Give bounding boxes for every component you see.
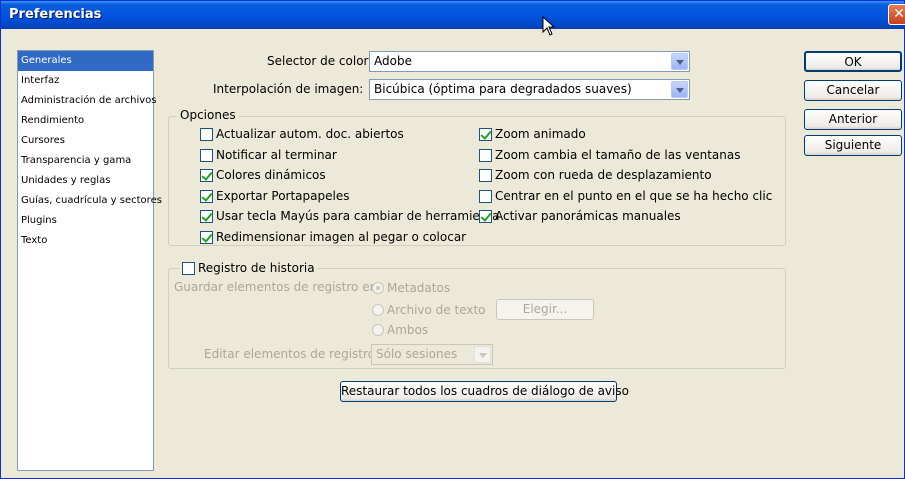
checkbox-box[interactable] (200, 189, 213, 203)
checkbox-box[interactable] (200, 230, 213, 244)
checkbox-label: Colores dinámicos (216, 168, 326, 182)
previous-button[interactable]: Anterior (804, 109, 902, 130)
checkbox-box[interactable] (182, 261, 195, 275)
radio-archivo-texto[interactable]: Archivo de texto (372, 302, 486, 318)
sidebar-item-interfaz[interactable]: Interfaz (18, 71, 153, 91)
preferences-dialog: Preferencias ✕ Generales Interfaz Admini… (0, 0, 905, 479)
edit-history-value: Sólo sesiones (376, 347, 458, 361)
radio-ambos[interactable]: Ambos (372, 322, 428, 338)
checkbox-registro-historia[interactable]: Registro de historia (179, 260, 318, 276)
cancel-button[interactable]: Cancelar (804, 80, 902, 101)
radio-dot[interactable] (372, 304, 384, 316)
sidebar-item-generales[interactable]: Generales (18, 51, 153, 71)
sidebar-item-plugins[interactable]: Plugins (18, 211, 153, 231)
checkbox-label: Zoom animado (495, 127, 586, 141)
interpolation-select[interactable]: Bicúbica (óptima para degradados suaves) (369, 79, 690, 100)
checkbox-box[interactable] (200, 209, 213, 223)
checkbox-label: Exportar Portapapeles (216, 189, 350, 203)
color-picker-value: Adobe (374, 54, 412, 68)
chevron-down-icon[interactable] (671, 81, 688, 98)
checkbox-label: Actualizar autom. doc. abiertos (216, 127, 404, 141)
interpolation-label: Interpolación de imagen: (213, 82, 364, 96)
checkbox-box[interactable] (200, 168, 213, 182)
checkbox-activar-panoramicas[interactable]: Activar panorámicas manuales (479, 208, 681, 224)
checkbox-zoom-animado[interactable]: Zoom animado (479, 126, 586, 142)
save-history-label: Guardar elementos de registro en: (174, 280, 382, 294)
chevron-down-icon[interactable] (671, 53, 688, 70)
radio-metadatos[interactable]: Metadatos (372, 280, 450, 296)
color-picker-select[interactable]: Adobe (369, 51, 690, 72)
sidebar-item-cursores[interactable]: Cursores (18, 131, 153, 151)
sidebar-item-unidades-reglas[interactable]: Unidades y reglas (18, 171, 153, 191)
sidebar-item-rendimiento[interactable]: Rendimiento (18, 111, 153, 131)
close-button[interactable]: ✕ (888, 4, 905, 25)
checkbox-usar-tecla-mayus[interactable]: Usar tecla Mayús para cambiar de herrami… (200, 208, 499, 224)
ok-button[interactable]: OK (804, 51, 902, 72)
checkbox-exportar-portapapeles[interactable]: Exportar Portapapeles (200, 188, 349, 204)
checkbox-box[interactable] (479, 209, 492, 223)
window-title: Preferencias (9, 7, 102, 22)
radio-label: Metadatos (387, 281, 451, 295)
color-picker-label: Selector de color: (267, 54, 373, 68)
radio-dot[interactable] (372, 324, 384, 336)
sidebar-item-transparencia-gama[interactable]: Transparencia y gama (18, 151, 153, 171)
reset-warnings-button[interactable]: Restaurar todos los cuadros de diálogo d… (340, 381, 629, 402)
checkbox-notificar[interactable]: Notificar al terminar (200, 147, 337, 163)
checkbox-label: Activar panorámicas manuales (495, 209, 681, 223)
checkbox-label: Centrar en el punto en el que se ha hech… (495, 189, 773, 203)
checkbox-zoom-cambia-tamano[interactable]: Zoom cambia el tamaño de las ventanas (479, 147, 741, 163)
edit-history-select[interactable]: Sólo sesiones (371, 344, 493, 365)
checkbox-label: Usar tecla Mayús para cambiar de herrami… (216, 209, 500, 223)
chevron-down-icon[interactable] (474, 346, 491, 363)
checkbox-label: Zoom cambia el tamaño de las ventanas (495, 148, 741, 162)
checkbox-actualizar-autom[interactable]: Actualizar autom. doc. abiertos (200, 126, 404, 142)
checkbox-redimensionar-imagen[interactable]: Redimensionar imagen al pegar o colocar (200, 229, 466, 245)
checkbox-box[interactable] (200, 127, 213, 141)
checkbox-colores-dinamicos[interactable]: Colores dinámicos (200, 167, 326, 183)
sidebar-item-administracion-archivos[interactable]: Administración de archivos (18, 91, 157, 111)
checkbox-label: Notificar al terminar (216, 148, 337, 162)
mouse-cursor-icon (542, 16, 556, 36)
checkbox-zoom-rueda[interactable]: Zoom con rueda de desplazamiento (479, 167, 712, 183)
category-list[interactable]: Generales Interfaz Administración de arc… (17, 50, 162, 471)
radio-label: Archivo de texto (387, 303, 486, 317)
options-group-title: Opciones (177, 108, 239, 122)
checkbox-centrar-punto[interactable]: Centrar en el punto en el que se ha hech… (479, 188, 772, 204)
choose-file-button[interactable]: Elegir... (496, 299, 594, 320)
radio-label: Ambos (387, 323, 429, 337)
next-button[interactable]: Siguiente (804, 135, 902, 156)
sidebar-item-guias-cuadricula[interactable]: Guías, cuadrícula y sectores (18, 191, 162, 211)
checkbox-label: Zoom con rueda de desplazamiento (495, 168, 712, 182)
sidebar-item-texto[interactable]: Texto (18, 231, 153, 251)
title-bar[interactable]: Preferencias ✕ (1, 1, 905, 29)
checkbox-box[interactable] (479, 127, 492, 141)
checkbox-box[interactable] (479, 148, 492, 162)
checkbox-box[interactable] (479, 189, 492, 203)
checkbox-label: Registro de historia (198, 261, 315, 275)
interpolation-value: Bicúbica (óptima para degradados suaves) (374, 82, 632, 96)
edit-history-label: Editar elementos de registro: (204, 347, 380, 361)
checkbox-label: Redimensionar imagen al pegar o colocar (216, 230, 467, 244)
checkbox-box[interactable] (479, 168, 492, 182)
radio-dot[interactable] (372, 282, 384, 294)
checkbox-box[interactable] (200, 148, 213, 162)
